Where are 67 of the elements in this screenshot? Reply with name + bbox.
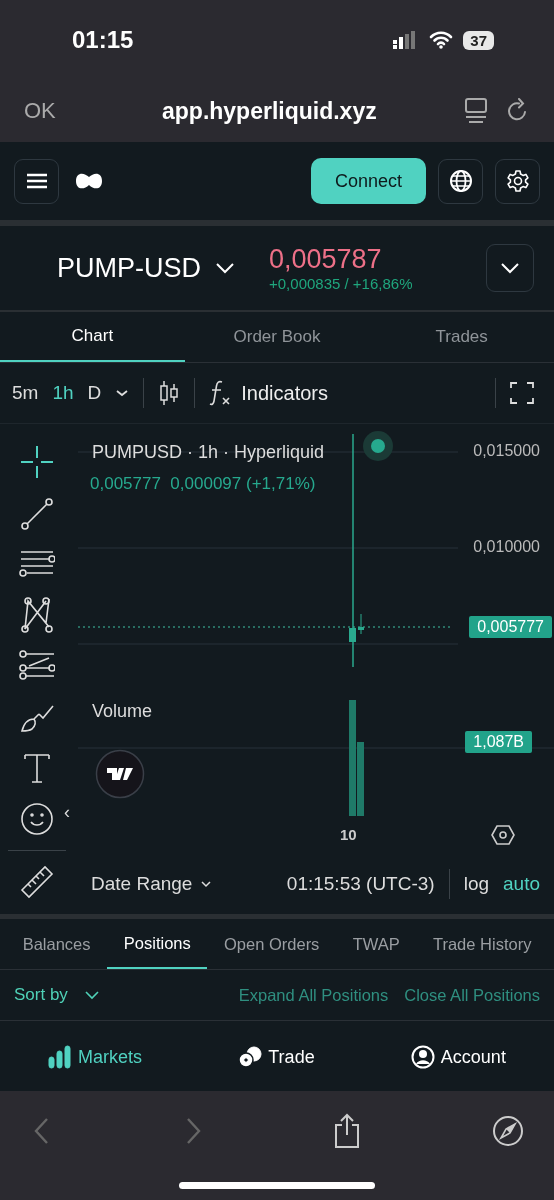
pattern-tool-icon[interactable] [19,596,55,633]
connect-button[interactable]: Connect [310,158,426,204]
chevron-down-icon [500,262,520,274]
language-button[interactable] [438,158,483,204]
tab[interactable]: Trades [369,312,554,362]
user-icon [410,1045,435,1069]
battery-indicator: 37 [463,30,494,50]
tab[interactable]: Balances [6,919,108,969]
tab[interactable]: Open Orders [207,919,336,969]
nav-item[interactable]: Trade [238,1045,315,1069]
candle [358,613,364,635]
fullscreen-icon[interactable] [510,381,534,405]
compass-icon[interactable] [491,1115,524,1147]
tab[interactable]: Trade History [416,919,549,969]
price-axis-label: 0,015000 [473,442,540,460]
settings-button[interactable] [495,158,540,204]
last-price-tag: 0,005777 [469,616,552,638]
share-icon[interactable] [333,1113,362,1149]
tab[interactable]: Chart [0,312,185,362]
chart-settings-icon[interactable] [491,824,515,846]
market-selector[interactable]: PUMP-USD [57,252,235,284]
interval-button[interactable]: D [87,382,102,404]
collapse-toggle[interactable]: ‹ [64,802,70,823]
nav-item[interactable]: Markets [48,1045,143,1069]
globe-icon [448,169,473,193]
tab[interactable]: Order Book [184,312,370,362]
caret-icon [200,880,213,888]
expand-all-link[interactable]: Expand All Positions [238,985,389,1005]
candlestick-icon[interactable] [158,380,181,406]
chevron-down-icon [83,990,100,1000]
tradingview-logo-icon[interactable] [95,749,145,799]
status-time: 01:15 [72,26,134,54]
nav-item[interactable]: Account [410,1045,506,1069]
address-bar[interactable]: app.hyperliquid.xyz [162,97,446,125]
crosshair-tool-icon[interactable] [19,443,55,480]
auto-scale-button[interactable]: auto [503,873,540,895]
tab[interactable]: TWAP [336,919,417,969]
close-all-link[interactable]: Close All Positions [404,985,540,1005]
caret-icon[interactable] [115,388,130,398]
interval-button[interactable]: 5m [12,382,39,404]
date-range-button[interactable]: Date Range [91,873,213,895]
log-scale-button[interactable]: log [463,873,489,895]
emoji-tool-icon[interactable] [19,800,55,837]
price-axis-label: 0,010000 [473,538,540,556]
chart-clock: 01:15:53 (UTC-3) [286,873,435,895]
tab[interactable]: Positions [107,919,208,969]
market-price: 0,005787 [269,244,383,275]
menu-button[interactable] [14,158,59,204]
expand-button[interactable] [486,244,534,292]
wifi-icon [429,31,454,49]
indicators-button[interactable]: Indicators [209,379,328,407]
chevron-down-icon [215,262,235,274]
settings-icon [505,169,530,193]
bar-chart-icon [48,1045,73,1069]
interval-button[interactable]: 1h [52,382,74,404]
time-axis-label: 10 [340,826,357,843]
coins-icon [238,1045,263,1069]
done-button[interactable]: OK [24,98,144,124]
volume-label: Volume [92,701,153,722]
ruler-tool-icon[interactable] [19,863,55,899]
menu-icon [25,173,48,189]
price-change: +0,000835 / +16,86% [269,275,414,292]
sort-dropdown[interactable]: Sort by [14,985,100,1005]
volume-value-tag: 1,087B [465,731,532,753]
chart-legend: PUMPUSD · 1h · Hyperliquid [92,442,325,463]
ohlc-values: 0,005777 0,000097 (+1,71%) [90,474,316,494]
reader-icon[interactable] [464,98,488,124]
